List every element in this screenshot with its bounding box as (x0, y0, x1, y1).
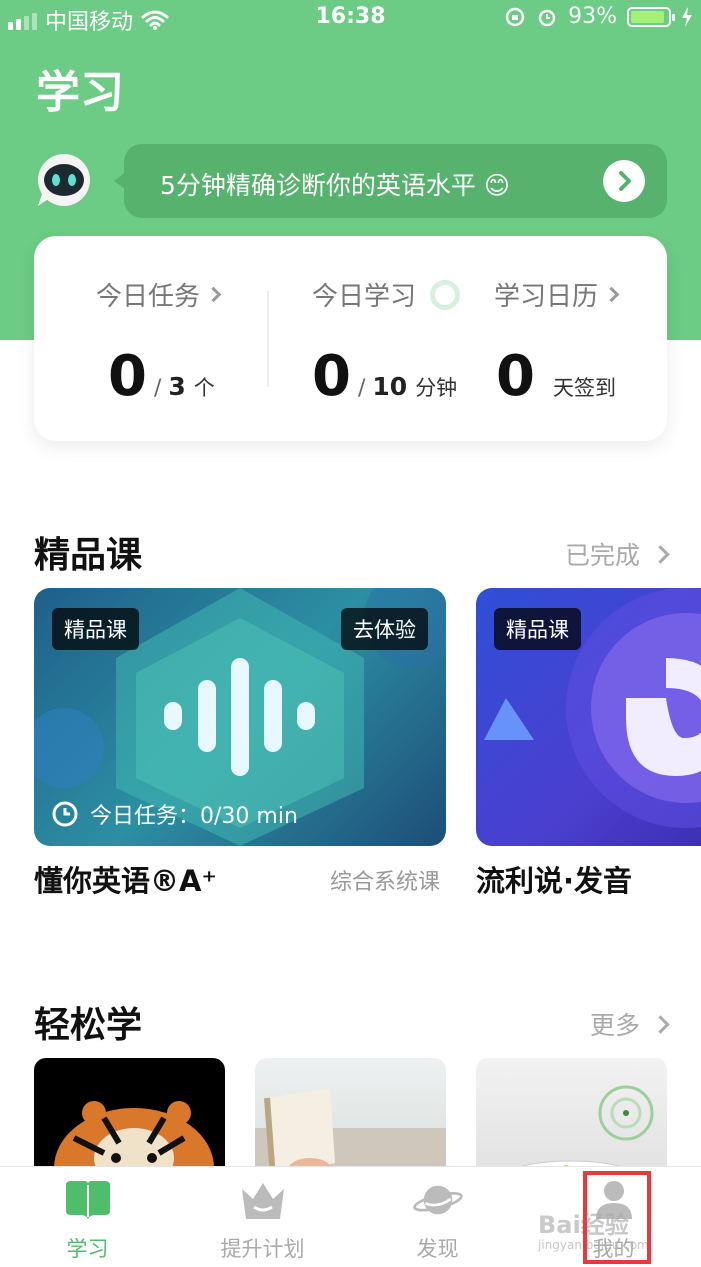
premium-tag: 精品课 (494, 608, 581, 650)
calendar-label: 学习日历 (494, 282, 599, 312)
task-unit: 个 (193, 376, 215, 400)
progress-ring-icon (430, 279, 461, 310)
completed-link[interactable]: 已完成 (564, 536, 670, 572)
today-study-label: 今日学习 (312, 282, 417, 312)
food-image (497, 1085, 654, 1178)
nav-tab-discover[interactable]: 发现 (350, 1167, 525, 1267)
alarm-icon (538, 9, 556, 26)
today-task-link[interactable]: 今日任务 (96, 276, 222, 313)
slash: / (357, 376, 366, 401)
easy-section-title: 轻松学 (34, 1005, 143, 1046)
more-link[interactable]: 更多 (589, 1006, 670, 1042)
task-done-count: 0 (108, 344, 147, 409)
course-name-dongni[interactable]: 懂你英语®A⁺ (34, 858, 217, 900)
course-task-line: 今日任务：0/30 min (52, 798, 298, 830)
completed-label: 已完成 (564, 541, 640, 570)
checkin-days: 0 (496, 344, 535, 409)
nav-tab-plan[interactable]: 提升计划 (175, 1167, 350, 1267)
robot-avatar-icon[interactable] (34, 150, 94, 210)
charging-icon (682, 6, 692, 27)
easy-thumb-food[interactable] (476, 1058, 667, 1178)
nav-label-plan: 提升计划 (220, 1237, 305, 1261)
study-unit: 分钟 (415, 376, 458, 400)
clock-icon (52, 801, 78, 827)
study-minutes: 0 (312, 344, 351, 409)
status-bar: 中国移动 16:38 93% (0, 0, 701, 36)
crown-icon (241, 1183, 284, 1219)
more-label: 更多 (589, 1011, 640, 1040)
try-button[interactable]: 去体验 (341, 608, 428, 650)
assessment-text: 5分钟精确诊断你的英语水平 😊 (160, 171, 510, 200)
course-card-dongni[interactable]: 精品课 去体验 今日任务：0/30 min (34, 588, 446, 846)
task-total: 3 (168, 372, 186, 401)
battery-icon (627, 6, 675, 27)
today-task-label: 今日任务 (96, 282, 201, 312)
chevron-right-icon (651, 544, 670, 564)
calendar-value: 0 天签到 (496, 344, 616, 409)
status-right: 93% (504, 4, 693, 29)
chevron-right-icon (651, 1014, 670, 1034)
chevron-right-icon (205, 286, 222, 303)
planet-icon (412, 1185, 463, 1215)
today-study-value: 0 / 10 分钟 (312, 344, 457, 409)
premium-tag: 精品课 (52, 608, 139, 650)
easy-thumb-book[interactable] (255, 1058, 446, 1178)
tiger-image (54, 1101, 214, 1178)
nav-label-discover: 发现 (416, 1237, 459, 1261)
chevron-right-icon (603, 286, 620, 303)
book-image (255, 1088, 446, 1178)
highlight-box (583, 1171, 651, 1264)
page-title: 学习 (36, 67, 124, 118)
slash: / (153, 376, 162, 401)
today-task-value: 0 / 3 个 (108, 344, 215, 409)
rotation-lock-icon (505, 7, 525, 26)
today-study-block: 今日学习 (312, 276, 461, 313)
assessment-banner[interactable]: 5分钟精确诊断你的英语水平 😊 (114, 144, 667, 218)
course-card-pronunciation[interactable]: 精品课 (476, 588, 701, 846)
book-icon (65, 1181, 110, 1219)
stats-card: 今日任务 0 / 3 个 今日学习 0 / 10 分钟 学习日历 0 天签到 (34, 236, 667, 441)
battery-percent: 93% (568, 4, 617, 29)
calendar-link[interactable]: 学习日历 (494, 276, 620, 313)
divider (267, 291, 269, 387)
course-subtitle-dongni: 综合系统课 (330, 870, 441, 895)
arrow-right-icon[interactable] (603, 160, 645, 202)
easy-thumb-tiger[interactable] (34, 1058, 225, 1178)
premium-section-title: 精品课 (34, 535, 143, 576)
study-goal: 10 (372, 372, 408, 401)
nav-label-study: 学习 (66, 1237, 109, 1261)
course-name-pronunciation[interactable]: 流利说·发音 (476, 858, 632, 900)
nav-tab-study[interactable]: 学习 (0, 1167, 175, 1267)
course-task-text: 今日任务：0/30 min (90, 804, 298, 829)
checkin-unit: 天签到 (552, 376, 616, 400)
